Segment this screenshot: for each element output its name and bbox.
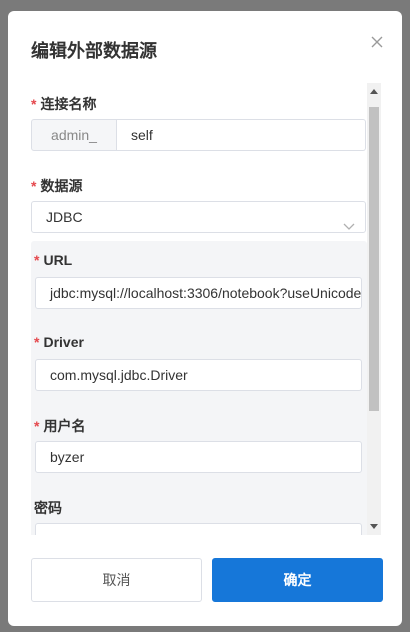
cancel-button[interactable]: 取消 [31,558,202,602]
required-mark: * [34,334,40,350]
chevron-down-icon [343,212,355,232]
scroll-up-arrow-icon[interactable] [370,89,378,94]
driver-input[interactable]: com.mysql.jdbc.Driver [35,359,362,391]
password-label: 密码 [34,500,62,516]
jdbc-config-panel: * URL jdbc:mysql://localhost:3306/noteboo… [31,241,367,535]
datasource-label: * 数据源 [31,178,83,194]
password-input[interactable]: •••••••••••••••••••••••••••••••• [35,523,362,535]
close-icon[interactable] [368,33,386,51]
datasource-select[interactable]: JDBC [31,201,366,233]
confirm-button[interactable]: 确定 [212,558,383,602]
connection-name-input[interactable]: self [117,119,366,151]
edit-datasource-dialog: 编辑外部数据源 * 连接名称 admin_ self * 数据源 JDBC * URL… [8,11,402,626]
username-input[interactable]: byzer [35,441,362,473]
scroll-down-arrow-icon[interactable] [370,524,378,529]
required-mark: * [31,96,37,112]
required-mark: * [31,178,37,194]
required-mark: * [34,252,40,268]
username-label: * 用户名 [34,418,86,434]
required-mark: * [34,418,40,434]
form-scroll-area: * 连接名称 admin_ self * 数据源 JDBC * URL jdbc:my… [8,81,402,535]
connection-name-prefix: admin_ [31,119,117,151]
url-label: * URL [34,252,73,268]
form-scrollbar[interactable] [367,83,381,535]
dialog-title: 编辑外部数据源 [31,41,157,61]
datasource-selected-value: JDBC [46,209,83,225]
driver-label: * Driver [34,334,84,350]
scrollbar-thumb[interactable] [369,107,379,411]
connection-name-label: * 连接名称 [31,96,97,112]
url-input[interactable]: jdbc:mysql://localhost:3306/notebook?use… [35,277,362,309]
